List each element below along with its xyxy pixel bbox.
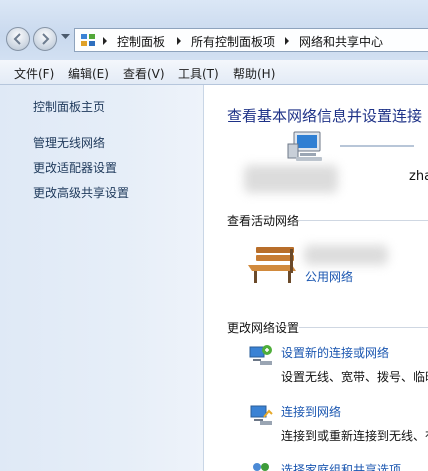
menu-tools[interactable]: 工具(T) — [178, 65, 219, 82]
network-map-line — [340, 145, 414, 147]
forward-arrow-icon — [42, 33, 50, 45]
section-divider — [299, 327, 428, 328]
menu-bar: 文件(F) 编辑(E) 查看(V) 工具(T) 帮助(H) — [0, 60, 428, 85]
connect-to-network-link[interactable]: 连接到网络 — [281, 403, 341, 420]
breadcrumb-separator[interactable] — [177, 37, 181, 45]
connect-to-network-description: 连接到或重新连接到无线、有 — [281, 429, 428, 443]
active-networks-heading: 查看活动网络 — [227, 214, 300, 228]
homegroup-link[interactable]: 选择家庭组和共享选项 — [281, 461, 401, 471]
computer-name: zha — [409, 169, 428, 184]
back-button[interactable] — [6, 27, 30, 51]
setup-connection-description: 设置无线、宽带、拨号、临时 — [281, 370, 428, 384]
task-sidebar: 控制面板主页 管理无线网络 更改适配器设置 更改高级共享设置 — [0, 85, 204, 471]
breadcrumb-separator[interactable] — [103, 37, 107, 45]
section-divider — [299, 220, 428, 221]
control-panel-home-link[interactable]: 控制面板主页 — [33, 98, 105, 115]
menu-view[interactable]: 查看(V) — [123, 65, 165, 82]
network-setup-icon — [249, 345, 272, 365]
breadcrumb-control-panel[interactable]: 控制面板 — [117, 33, 165, 50]
manage-wireless-link[interactable]: 管理无线网络 — [33, 134, 105, 151]
menu-file[interactable]: 文件(F) — [14, 65, 54, 82]
control-panel-icon — [81, 34, 95, 46]
network-type-link[interactable]: 公用网络 — [305, 268, 353, 285]
menu-edit[interactable]: 编辑(E) — [68, 65, 109, 82]
adapter-settings-link[interactable]: 更改适配器设置 — [33, 159, 117, 176]
breadcrumb-network-center[interactable]: 网络和共享中心 — [299, 33, 383, 50]
breadcrumb-separator[interactable] — [285, 37, 289, 45]
page-title: 查看基本网络信息并设置连接 — [227, 107, 423, 125]
setup-connection-link[interactable]: 设置新的连接或网络 — [281, 344, 389, 361]
breadcrumb-all-items[interactable]: 所有控制面板项 — [191, 33, 275, 50]
change-settings-heading: 更改网络设置 — [227, 321, 300, 335]
redacted-computer-name — [244, 165, 338, 193]
back-arrow-icon — [13, 33, 21, 45]
address-bar-area: 控制面板 所有控制面板项 网络和共享中心 — [0, 0, 428, 60]
menu-help[interactable]: 帮助(H) — [233, 65, 275, 82]
address-box[interactable]: 控制面板 所有控制面板项 网络和共享中心 — [74, 28, 428, 52]
recent-pages-dropdown[interactable] — [61, 34, 70, 40]
advanced-sharing-link[interactable]: 更改高级共享设置 — [33, 184, 129, 201]
computer-icon[interactable] — [286, 130, 326, 164]
park-bench-icon[interactable] — [246, 245, 298, 285]
forward-button[interactable] — [33, 27, 57, 51]
network-connect-icon — [250, 405, 273, 425]
main-content: 查看基本网络信息并设置连接 zha 查看活动网络 公用网络 更改网络设置 设置新… — [204, 85, 428, 471]
homegroup-icon — [253, 463, 269, 471]
redacted-network-name — [304, 245, 388, 265]
